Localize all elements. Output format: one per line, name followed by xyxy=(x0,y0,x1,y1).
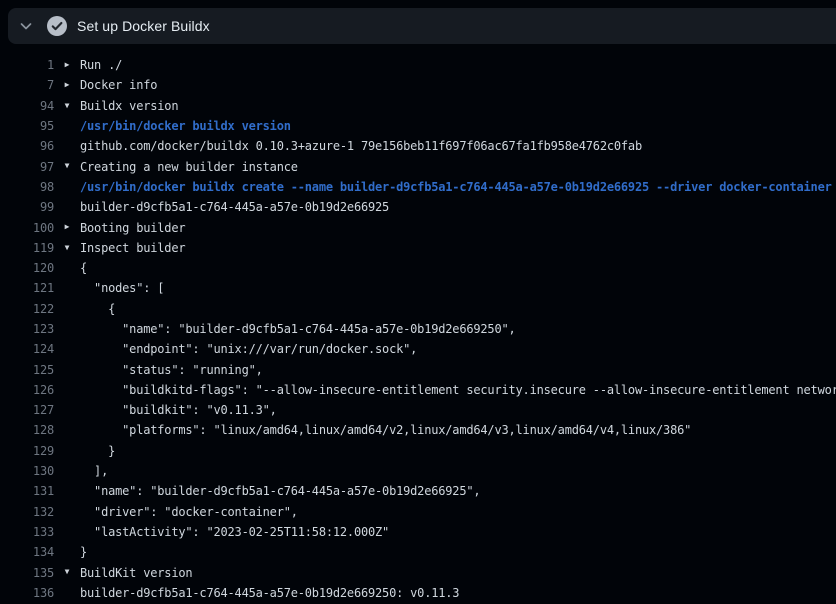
group-title[interactable]: Creating a new builder instance xyxy=(80,160,298,174)
log-line: 124 "endpoint": "unix:///var/run/docker.… xyxy=(0,339,836,359)
output-text: "buildkit": "v0.11.3", xyxy=(80,403,277,417)
log-line: 119▼Inspect builder xyxy=(0,238,836,258)
log-lines: 1▶Run ./7▶Docker info94▼Buildx version95… xyxy=(0,44,836,604)
log-line: 126 "buildkitd-flags": "--allow-insecure… xyxy=(0,380,836,400)
line-number[interactable]: 98 xyxy=(0,180,54,194)
line-number[interactable]: 7 xyxy=(0,78,54,92)
log-line: 134} xyxy=(0,542,836,562)
actions-log-viewer: { "header": { "title": "Set up Docker Bu… xyxy=(0,0,836,604)
line-number[interactable]: 123 xyxy=(0,322,54,336)
output-text: { xyxy=(80,261,87,275)
log-line: 7▶Docker info xyxy=(0,75,836,95)
line-number[interactable]: 126 xyxy=(0,383,54,397)
line-number[interactable]: 1 xyxy=(0,58,54,72)
line-number[interactable]: 132 xyxy=(0,505,54,519)
log-line: 123 "name": "builder-d9cfb5a1-c764-445a-… xyxy=(0,319,836,339)
line-number[interactable]: 99 xyxy=(0,200,54,214)
chevron-down-icon[interactable] xyxy=(18,18,34,34)
log-line: 125 "status": "running", xyxy=(0,359,836,379)
log-line: 97▼Creating a new builder instance xyxy=(0,156,836,176)
log-line: 133 "lastActivity": "2023-02-25T11:58:12… xyxy=(0,522,836,542)
group-collapsed-toggle-icon[interactable]: ▶ xyxy=(54,217,80,237)
log-line: 122 { xyxy=(0,299,836,319)
output-text: "name": "builder-d9cfb5a1-c764-445a-a57e… xyxy=(80,484,480,498)
output-text: "lastActivity": "2023-02-25T11:58:12.000… xyxy=(80,525,389,539)
step-header[interactable]: Set up Docker Buildx xyxy=(8,8,836,44)
log-line: 121 "nodes": [ xyxy=(0,278,836,298)
log-line: 99 builder-d9cfb5a1-c764-445a-a57e-0b19d2… xyxy=(0,197,836,217)
group-collapsed-toggle-icon[interactable]: ▶ xyxy=(54,55,80,75)
log-line: 136 builder-d9cfb5a1-c764-445a-a57e-0b19d… xyxy=(0,583,836,603)
output-text: } xyxy=(80,444,115,458)
output-text: "platforms": "linux/amd64,linux/amd64/v2… xyxy=(80,423,691,437)
line-number[interactable]: 128 xyxy=(0,423,54,437)
output-text: "endpoint": "unix:///var/run/docker.sock… xyxy=(80,342,417,356)
output-text: "nodes": [ xyxy=(80,281,164,295)
log-line: 94▼Buildx version xyxy=(0,96,836,116)
group-title[interactable]: BuildKit version xyxy=(80,566,192,580)
line-number[interactable]: 134 xyxy=(0,545,54,559)
log-line: 100▶Booting builder xyxy=(0,217,836,237)
group-collapsed-toggle-icon[interactable]: ▶ xyxy=(54,75,80,95)
output-text: "name": "builder-d9cfb5a1-c764-445a-a57e… xyxy=(80,322,516,336)
log-line: 128 "platforms": "linux/amd64,linux/amd6… xyxy=(0,420,836,440)
output-text: } xyxy=(80,545,87,559)
group-expanded-toggle-icon[interactable]: ▼ xyxy=(54,96,80,116)
check-circle-icon xyxy=(47,16,67,36)
group-title[interactable]: Inspect builder xyxy=(80,241,185,255)
line-number[interactable]: 133 xyxy=(0,525,54,539)
output-text: "driver": "docker-container", xyxy=(80,505,298,519)
group-expanded-toggle-icon[interactable]: ▼ xyxy=(54,562,80,582)
line-number[interactable]: 124 xyxy=(0,342,54,356)
line-number[interactable]: 130 xyxy=(0,464,54,478)
line-number[interactable]: 122 xyxy=(0,302,54,316)
line-number[interactable]: 129 xyxy=(0,444,54,458)
output-text: ], xyxy=(80,464,108,478)
line-number[interactable]: 94 xyxy=(0,99,54,113)
group-title[interactable]: Buildx version xyxy=(80,99,178,113)
log-line: 130 ], xyxy=(0,461,836,481)
line-number[interactable]: 96 xyxy=(0,139,54,153)
output-text: "buildkitd-flags": "--allow-insecure-ent… xyxy=(80,383,836,397)
command-text: /usr/bin/docker buildx create --name bui… xyxy=(80,180,832,194)
line-number[interactable]: 97 xyxy=(0,160,54,174)
group-expanded-toggle-icon[interactable]: ▼ xyxy=(54,238,80,258)
line-number[interactable]: 125 xyxy=(0,363,54,377)
log-line: 120 { xyxy=(0,258,836,278)
log-line: 135▼BuildKit version xyxy=(0,562,836,582)
step-title: Set up Docker Buildx xyxy=(77,18,210,34)
line-number[interactable]: 95 xyxy=(0,119,54,133)
output-text: { xyxy=(80,302,115,316)
line-number[interactable]: 120 xyxy=(0,261,54,275)
line-number[interactable]: 127 xyxy=(0,403,54,417)
group-title[interactable]: Docker info xyxy=(80,78,157,92)
output-text: builder-d9cfb5a1-c764-445a-a57e-0b19d2e6… xyxy=(80,200,389,214)
command-text: /usr/bin/docker buildx version xyxy=(80,119,291,133)
line-number[interactable]: 131 xyxy=(0,484,54,498)
log-line: 132 "driver": "docker-container", xyxy=(0,502,836,522)
output-text: github.com/docker/buildx 0.10.3+azure-1 … xyxy=(80,139,642,153)
output-text: builder-d9cfb5a1-c764-445a-a57e-0b19d2e6… xyxy=(80,586,459,600)
log-line: 96 github.com/docker/buildx 0.10.3+azure-… xyxy=(0,136,836,156)
log-line: 129 } xyxy=(0,441,836,461)
log-line: 98/usr/bin/docker buildx create --name b… xyxy=(0,177,836,197)
line-number[interactable]: 119 xyxy=(0,241,54,255)
line-number[interactable]: 136 xyxy=(0,586,54,600)
line-number[interactable]: 121 xyxy=(0,281,54,295)
line-number[interactable]: 100 xyxy=(0,221,54,235)
log-line: 127 "buildkit": "v0.11.3", xyxy=(0,400,836,420)
output-text: "status": "running", xyxy=(80,363,263,377)
group-title[interactable]: Booting builder xyxy=(80,221,185,235)
log-line: 131 "name": "builder-d9cfb5a1-c764-445a-… xyxy=(0,481,836,501)
line-number[interactable]: 135 xyxy=(0,566,54,580)
group-expanded-toggle-icon[interactable]: ▼ xyxy=(54,156,80,176)
group-title[interactable]: Run ./ xyxy=(80,58,122,72)
log-line: 1▶Run ./ xyxy=(0,55,836,75)
log-line: 95/usr/bin/docker buildx version xyxy=(0,116,836,136)
